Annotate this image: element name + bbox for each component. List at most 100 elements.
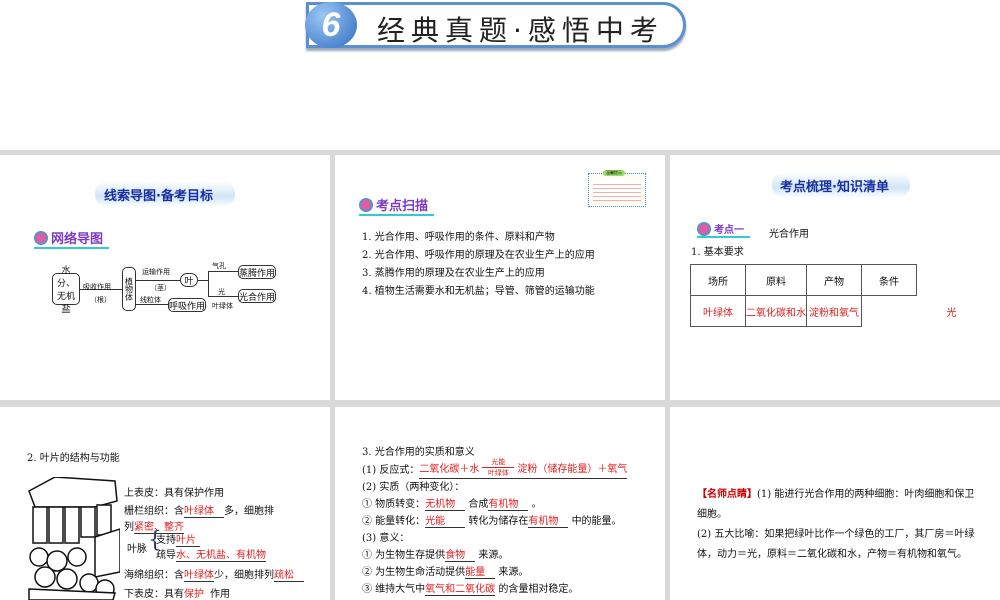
equation-products: 淀粉（储存能量）＋氧气	[517, 464, 628, 475]
answer-blank: 有机物	[528, 512, 569, 528]
table-header: 原料	[745, 264, 807, 296]
answer-blank: 叶绿体	[184, 566, 214, 582]
label-vein: 叶脉	[127, 544, 147, 555]
tips-label: 【名师点睛】	[697, 489, 757, 500]
text: ② 能量转化：	[362, 516, 426, 527]
label-spongy: 海绵组织：含	[124, 570, 184, 581]
reaction-arrow: 光能 叶绿体	[482, 457, 515, 478]
label-absorb: 吸收作用	[83, 283, 111, 291]
tip-note-title: 温馨提示	[603, 170, 625, 176]
label-stem: （茎）	[150, 284, 171, 292]
label-palisade: 多，细胞排	[224, 506, 274, 517]
node-plant: 植物体	[122, 267, 136, 311]
node-source: 水分、无机盐	[52, 266, 80, 315]
answer-blank: 食物	[445, 546, 476, 562]
label-chloroplast: 叶绿体	[212, 302, 233, 310]
requirements-table: 场所 原料 产物 条件 叶绿体 二氧化碳和水 淀粉和氧气 光	[690, 264, 957, 327]
tag-icon	[697, 221, 711, 236]
equation-reactants: 二氧化碳＋水	[419, 464, 480, 475]
answer-blank: 叶片	[176, 531, 200, 547]
table-cell: 淀粉和氧气	[806, 295, 862, 327]
section-tag: 网络导图	[34, 228, 110, 249]
section-number-badge: 6	[305, 2, 357, 48]
scan-item: 4. 植物生活需要水和无机盐；导管、筛管的运输功能	[362, 286, 595, 297]
slide-exam-scan[interactable]: 考点扫描 温馨提示 1. 光合作用、呼吸作用的条件、原料和产物 2. 光合作用、…	[335, 155, 665, 400]
answer-blank: 叶绿体	[184, 502, 224, 518]
tag-label: 考点扫描	[376, 199, 429, 214]
table-cell: 光	[946, 307, 957, 319]
label-spongy: 少，细胞排列	[214, 570, 274, 581]
essence-heading: (2) 实质（两种变化）：	[362, 482, 465, 493]
label-mitochondria: 线粒体	[140, 296, 161, 304]
table-cell: 叶绿体	[690, 295, 746, 327]
text: 合成	[468, 499, 489, 510]
answer-blank: 水、无机盐、有机物	[176, 546, 266, 562]
slide-title: 线索导图·备考目标	[104, 189, 213, 204]
label-palisade: 列	[124, 522, 134, 533]
label-light: 光	[218, 288, 225, 296]
tip-note: 温馨提示	[588, 170, 646, 207]
text: 中的能量。	[571, 516, 622, 527]
text: 转化为储存在	[468, 516, 529, 527]
label-conduct: 疏导	[156, 550, 176, 561]
label-support: 支持	[156, 535, 176, 546]
table-header: 条件	[861, 264, 917, 296]
label-transport: 运输作用	[142, 268, 170, 276]
scan-item: 2. 光合作用、呼吸作用的原理及在农业生产上的应用	[362, 250, 595, 261]
answer-blank: 疏松	[274, 566, 304, 582]
label-lower-epidermis: 下表皮：具有	[124, 589, 184, 600]
slide-photosynthesis-meaning[interactable]: 3. 光合作用的实质和意义 (1) 反应式： 二氧化碳＋水 光能 叶绿体 淀粉（储…	[335, 407, 665, 600]
text: 来源。	[498, 567, 529, 578]
slide-knowledge-list[interactable]: 考点梳理·知识清单 考点一 光合作用 1. 基本要求 场所 原料 产物 条件 叶绿体二…	[670, 155, 1000, 400]
leaf-cross-section-illustration	[28, 477, 120, 600]
label-palisade: 栅栏组织：含	[124, 506, 184, 517]
slide-leaf-structure[interactable]: 2. 叶片的结构与功能 上表皮：具有保护作用 栅栏组织：含叶绿体 多，细胞排 列紧…	[0, 407, 330, 600]
label-upper-epidermis: 上表皮：具有保护作用	[124, 488, 224, 499]
text: ① 为生物生存提供	[362, 550, 446, 561]
text: ① 物质转变：	[362, 499, 426, 510]
section-tag: 考点扫描	[359, 195, 435, 216]
label-lower-epidermis: 作用	[210, 589, 230, 600]
tag-icon	[34, 230, 48, 245]
subheading: 1. 基本要求	[691, 247, 744, 258]
meaning-item-3-lead: ③ 维持大气中	[362, 584, 426, 595]
node-transpiration: 蒸腾作用	[238, 265, 276, 279]
text: ② 为生物生命活动提供	[362, 567, 466, 578]
arrow-condition-bottom: 叶绿体	[487, 469, 509, 477]
tip-paragraph: (2) 五大比喻：如果把绿叶比作一个绿色的工厂，其厂房＝叶绿体，动力＝光，原料＝…	[697, 529, 975, 560]
equation-label: (1) 反应式：	[362, 464, 420, 476]
tag-label: 考点一	[714, 225, 744, 236]
section-banner: 6 经典真题·感悟中考	[305, 2, 686, 48]
answer-blank: 保护	[184, 585, 210, 600]
slide-teacher-tips[interactable]: 【名师点睛】(1) 能进行光合作用的两种细胞：叶肉细胞和保卫细胞。 (2) 五大…	[670, 407, 1000, 600]
section-tag: 考点一	[697, 221, 750, 238]
table-header: 产物	[806, 264, 862, 296]
tips-text: 【名师点睛】(1) 能进行光合作用的两种细胞：叶肉细胞和保卫细胞。 (2) 五大…	[697, 485, 982, 565]
label-root: （根）	[90, 296, 111, 304]
table-cell: 二氧化碳和水	[745, 295, 807, 327]
text: 来源。	[478, 550, 509, 561]
node-leaf: 叶	[180, 273, 198, 287]
text: 。	[531, 499, 542, 510]
meaning-heading: (3) 意义：	[362, 533, 410, 544]
tag-label: 网络导图	[51, 232, 104, 247]
slide-title: 考点梳理·知识清单	[780, 180, 889, 195]
meaning-item-3-end: 的含量相对稳定。	[498, 584, 579, 595]
scan-item: 3. 蒸腾作用的原理及在农业生产上的应用	[362, 268, 545, 279]
node-respiration: 呼吸作用	[168, 298, 206, 312]
node-photosynthesis: 光合作用	[238, 289, 276, 303]
answer-blank: 氧气和二氧化碳	[425, 580, 496, 596]
scan-item: 1. 光合作用、呼吸作用的条件、原料和产物	[362, 232, 555, 243]
topic-label: 光合作用	[769, 229, 809, 240]
slide-network-map[interactable]: 线索导图·备考目标 网络导图 水分、无机盐 吸收作用 （根） 植物体 运输作用 …	[0, 155, 330, 400]
heading: 2. 叶片的结构与功能	[27, 453, 120, 464]
answer-blank: 光能	[425, 512, 466, 528]
section-title: 经典真题·感悟中考	[377, 14, 664, 47]
tag-icon	[359, 197, 373, 212]
answer-blank: 有机物	[488, 495, 529, 511]
table-header: 场所	[690, 264, 746, 296]
answer-blank: 能量	[465, 563, 496, 579]
answer-blank: 无机物	[425, 495, 466, 511]
label-stoma: 气孔	[212, 262, 226, 270]
heading: 3. 光合作用的实质和意义	[362, 447, 475, 458]
